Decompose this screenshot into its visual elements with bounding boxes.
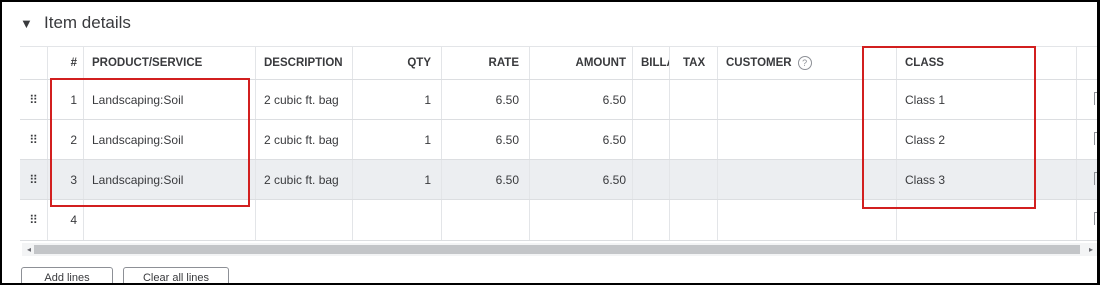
description-cell[interactable]: 2 cubic ft. bag — [256, 160, 353, 200]
help-icon[interactable]: ? — [797, 55, 812, 70]
header-qty[interactable]: QTY — [353, 46, 442, 79]
billable-cell[interactable] — [633, 160, 670, 200]
description-cell[interactable] — [256, 200, 353, 240]
row-number: 1 — [48, 80, 84, 120]
horizontal-scrollbar[interactable]: ◂ ▸ — [22, 243, 1097, 256]
table-row[interactable]: ⠿ 2 Landscaping:Soil 2 cubic ft. bag 1 6… — [20, 119, 1097, 160]
row-number: 2 — [48, 120, 84, 160]
amount-cell[interactable]: 6.50 — [530, 80, 633, 120]
rate-cell[interactable]: 6.50 — [442, 160, 530, 200]
section-title: Item details — [44, 13, 131, 32]
tax-cell[interactable] — [670, 160, 718, 200]
class-cell[interactable]: Class 3 — [897, 160, 1077, 200]
table-header-row: # PRODUCT/SERVICE DESCRIPTION QTY RATE A… — [20, 46, 1097, 79]
billable-cell[interactable] — [633, 80, 670, 120]
header-customer[interactable]: CUSTOMER? — [718, 46, 897, 79]
table-row[interactable]: ⠿ 4 — [20, 199, 1097, 241]
class-cell[interactable]: Class 2 — [897, 120, 1077, 160]
row-actions — [1077, 200, 1097, 240]
header-number: # — [48, 46, 84, 79]
drag-handle-icon[interactable]: ⠿ — [20, 200, 48, 240]
add-lines-button[interactable]: Add lines — [21, 267, 113, 283]
header-description[interactable]: DESCRIPTION — [256, 46, 353, 79]
scroll-right-icon[interactable]: ▸ — [1086, 243, 1096, 256]
class-cell[interactable]: Class 1 — [897, 80, 1077, 120]
row-actions — [1077, 80, 1097, 120]
header-actions — [1077, 46, 1097, 79]
customer-cell[interactable] — [718, 80, 897, 120]
tax-cell[interactable] — [670, 200, 718, 240]
item-details-header[interactable]: ▼ Item details — [20, 11, 131, 35]
class-cell[interactable] — [897, 200, 1077, 240]
delete-icon[interactable] — [1094, 92, 1097, 105]
table-row[interactable]: ⠿ 1 Landscaping:Soil 2 cubic ft. bag 1 6… — [20, 79, 1097, 120]
product-service-cell[interactable]: Landscaping:Soil — [84, 80, 256, 120]
rate-cell[interactable]: 6.50 — [442, 120, 530, 160]
drag-handle-icon[interactable]: ⠿ — [20, 120, 48, 160]
item-details-panel: ▼ Item details # PRODUCT/SERVICE DESCRIP… — [0, 0, 1100, 285]
rate-cell[interactable] — [442, 200, 530, 240]
qty-cell[interactable]: 1 — [353, 160, 442, 200]
clear-all-lines-button[interactable]: Clear all lines — [123, 267, 229, 283]
row-number: 3 — [48, 160, 84, 200]
product-service-cell[interactable]: Landscaping:Soil — [84, 160, 256, 200]
header-product-service[interactable]: PRODUCT/SERVICE — [84, 46, 256, 79]
row-actions — [1077, 120, 1097, 160]
amount-cell[interactable]: 6.50 — [530, 120, 633, 160]
qty-cell[interactable]: 1 — [353, 120, 442, 160]
product-service-cell[interactable]: Landscaping:Soil — [84, 120, 256, 160]
header-tax[interactable]: TAX — [670, 46, 718, 79]
delete-icon[interactable] — [1094, 212, 1097, 225]
customer-cell[interactable] — [718, 120, 897, 160]
scroll-thumb[interactable] — [34, 245, 1080, 254]
qty-cell[interactable]: 1 — [353, 80, 442, 120]
table-row[interactable]: ⠿ 3 Landscaping:Soil 2 cubic ft. bag 1 6… — [20, 159, 1097, 200]
customer-cell[interactable] — [718, 160, 897, 200]
qty-cell[interactable] — [353, 200, 442, 240]
header-rate[interactable]: RATE — [442, 46, 530, 79]
row-actions — [1077, 160, 1097, 200]
description-cell[interactable]: 2 cubic ft. bag — [256, 120, 353, 160]
tax-cell[interactable] — [670, 120, 718, 160]
scroll-left-icon[interactable]: ◂ — [24, 243, 34, 256]
header-class[interactable]: CLASS — [897, 46, 1077, 79]
collapse-caret-icon[interactable]: ▼ — [20, 16, 38, 31]
delete-icon[interactable] — [1094, 172, 1097, 185]
billable-cell[interactable] — [633, 120, 670, 160]
amount-cell[interactable] — [530, 200, 633, 240]
description-cell[interactable]: 2 cubic ft. bag — [256, 80, 353, 120]
row-number: 4 — [48, 200, 84, 240]
drag-handle-icon[interactable]: ⠿ — [20, 160, 48, 200]
header-amount[interactable]: AMOUNT — [530, 46, 633, 79]
header-customer-label: CUSTOMER — [726, 57, 792, 69]
header-drag-column — [20, 46, 48, 79]
drag-handle-icon[interactable]: ⠿ — [20, 80, 48, 120]
delete-icon[interactable] — [1094, 132, 1097, 145]
tax-cell[interactable] — [670, 80, 718, 120]
customer-cell[interactable] — [718, 200, 897, 240]
amount-cell[interactable]: 6.50 — [530, 160, 633, 200]
billable-cell[interactable] — [633, 200, 670, 240]
product-service-cell[interactable] — [84, 200, 256, 240]
header-billable[interactable]: BILLA — [633, 46, 670, 79]
rate-cell[interactable]: 6.50 — [442, 80, 530, 120]
